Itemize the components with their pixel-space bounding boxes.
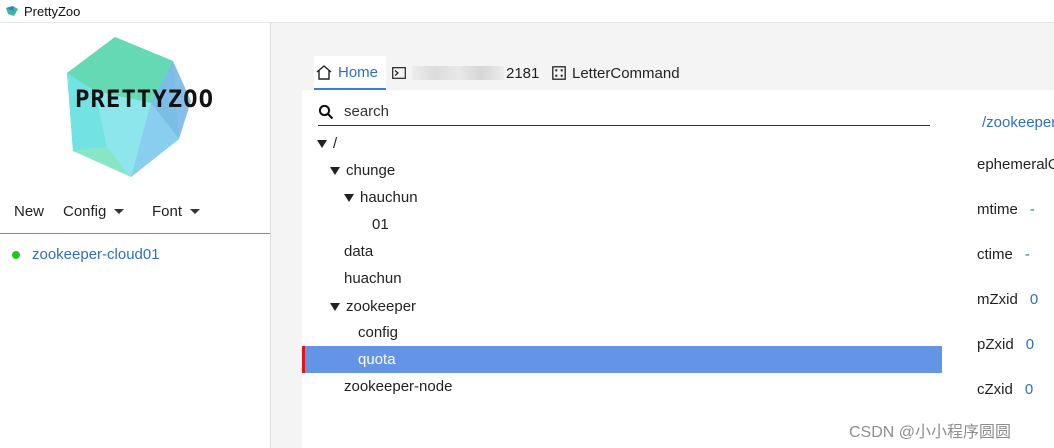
terminal-icon: [392, 67, 406, 79]
redacted-host: [412, 66, 504, 80]
mzxid-value: 0: [1029, 291, 1039, 308]
tree-node-label: quota: [358, 351, 396, 368]
tree-node-label: data: [344, 243, 374, 260]
pzxid-value: 0: [1025, 336, 1035, 353]
mtime-field: mtime -: [977, 201, 1035, 218]
tree-node-label: zookeeper: [346, 298, 417, 315]
command-icon: [552, 66, 566, 80]
window-title: PrettyZoo: [24, 3, 81, 19]
title-bar: PrettyZoo: [0, 0, 1054, 23]
pzxid-label: pZxid: [977, 336, 1014, 353]
tab-bar: Home 2181 LetterCommand: [302, 56, 1054, 90]
tab-letter-command-label: LetterCommand: [572, 64, 680, 82]
expand-arrow-icon[interactable]: [330, 166, 340, 175]
ephemeral-owner-label: ephemeralOwner: [977, 156, 1054, 173]
tree-node-label: huachun: [344, 270, 402, 287]
mtime-value: -: [1029, 201, 1035, 218]
tree-node-root[interactable]: /: [302, 130, 942, 157]
ctime-field: ctime -: [977, 246, 1030, 263]
ephemeral-owner-field: ephemeralOwner: [977, 156, 1054, 173]
tree-node-01[interactable]: 01: [302, 211, 942, 238]
czxid-label: cZxid: [977, 381, 1013, 398]
node-path: /zookeeper/quota: [982, 114, 1054, 131]
font-label: Font: [152, 203, 183, 220]
config-menu[interactable]: Config: [63, 203, 125, 220]
czxid-value: 0: [1024, 381, 1034, 398]
ctime-label: ctime: [977, 246, 1013, 263]
tree-node-data[interactable]: data: [302, 238, 942, 265]
app-logo-icon: [6, 6, 18, 16]
tree-node-label: chunge: [346, 162, 396, 179]
new-button[interactable]: New: [14, 203, 44, 220]
pzxid-field: pZxid 0: [977, 336, 1034, 353]
tree-node-zookeeper[interactable]: zookeeper: [302, 293, 942, 320]
tree-node-label: config: [358, 324, 399, 341]
mzxid-label: mZxid: [977, 291, 1018, 308]
font-menu[interactable]: Font: [152, 203, 201, 220]
server-name: zookeeper-cloud01: [32, 246, 160, 263]
search-icon: [318, 104, 334, 119]
tab-home[interactable]: Home: [314, 56, 386, 90]
mtime-label: mtime: [977, 201, 1018, 218]
tab-home-label: Home: [338, 63, 379, 81]
tree-node-label: 01: [372, 216, 389, 233]
tree-node-label: zookeeper-node: [344, 378, 453, 395]
logo-text: PRETTYZOO: [75, 85, 215, 113]
chevron-down-icon: [114, 209, 125, 214]
ctime-value: -: [1024, 246, 1030, 263]
tab-content: / chunge hauchun 01 data huachun zookeep…: [302, 90, 1054, 448]
expand-arrow-icon[interactable]: [344, 193, 354, 202]
chevron-down-icon: [190, 209, 201, 214]
server-list-item[interactable]: zookeeper-cloud01: [12, 246, 160, 263]
mzxid-field: mZxid 0: [977, 291, 1038, 308]
tree-node-huachun[interactable]: huachun: [302, 265, 942, 292]
tree-node-label: hauchun: [360, 189, 418, 206]
tree-node-label: /: [333, 135, 338, 152]
splitter-area: [271, 23, 302, 448]
new-label: New: [14, 203, 45, 220]
home-icon: [316, 64, 332, 80]
expand-arrow-icon[interactable]: [330, 302, 340, 311]
main-area: Home 2181 LetterCommand /: [302, 23, 1054, 448]
search-bar: [318, 98, 930, 126]
prettyzoo-logo: PRETTYZOO: [55, 31, 235, 181]
tree-node-quota[interactable]: quota: [302, 346, 942, 373]
tree-node-hauchun[interactable]: hauchun: [302, 184, 942, 211]
tab-letter-command[interactable]: LetterCommand: [552, 56, 692, 90]
node-details-panel: /zookeeper/quota ephemeralOwner mtime- c…: [962, 90, 1054, 448]
search-input[interactable]: [344, 103, 904, 120]
watermark: CSDN @小小程序圆圆: [849, 424, 1012, 441]
tree-node-zookeeper-node[interactable]: zookeeper-node: [302, 373, 942, 400]
tab-server-connection[interactable]: 2181: [392, 56, 542, 90]
czxid-field: cZxid 0: [977, 381, 1033, 398]
expand-arrow-icon[interactable]: [317, 139, 327, 148]
connection-status-dot-icon: [12, 250, 20, 259]
menu-bar: New Config Font: [0, 197, 270, 234]
tree-node-config[interactable]: config: [302, 319, 942, 346]
left-panel: PRETTYZOO New Config Font zookeeper-clou…: [0, 23, 271, 448]
config-label: Config: [63, 203, 107, 220]
tree-node-chunge[interactable]: chunge: [302, 157, 942, 184]
tab-port-label: 2181: [506, 64, 540, 82]
